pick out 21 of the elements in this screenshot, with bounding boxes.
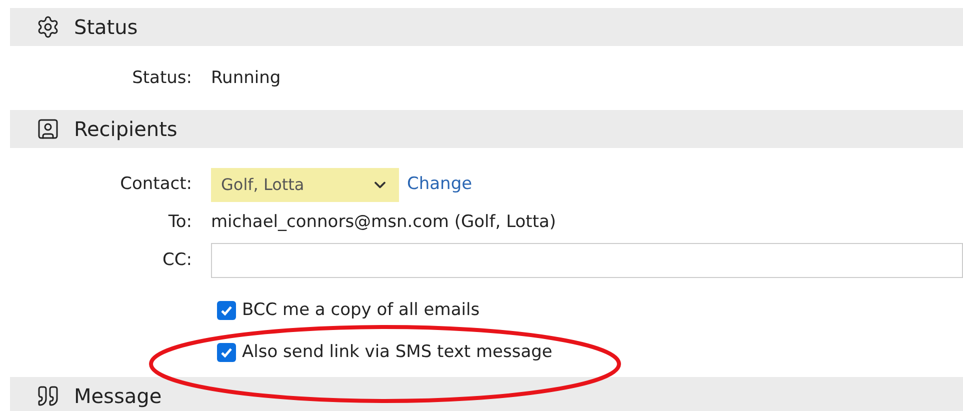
status-value: Running — [211, 67, 281, 90]
field-label: Status: — [131, 67, 193, 90]
checkmark-icon — [220, 304, 233, 318]
field-label: Contact: — [119, 172, 193, 196]
checkbox[interactable] — [217, 342, 236, 362]
cc-field[interactable] — [211, 243, 963, 278]
section-title: Status — [74, 14, 138, 41]
contact-select[interactable]: Golf, Lotta — [211, 168, 399, 202]
checkmark-icon — [220, 346, 233, 359]
field-label: CC: — [162, 248, 193, 272]
field-label: To: — [167, 210, 193, 234]
to-address: michael_connors@msn.com (Golf, Lotta) — [211, 210, 556, 234]
contact-card-icon — [36, 116, 60, 140]
section-title: Message — [74, 383, 162, 410]
settings-icon — [36, 15, 60, 39]
checkbox-label: BCC me a copy of all emails — [242, 299, 480, 322]
change-link[interactable]: Change — [407, 172, 472, 198]
checkbox[interactable] — [217, 301, 236, 320]
quote-icon — [36, 384, 60, 408]
checkbox-label: Also send link via SMS text message — [242, 340, 552, 364]
section-title: Recipients — [74, 116, 178, 142]
